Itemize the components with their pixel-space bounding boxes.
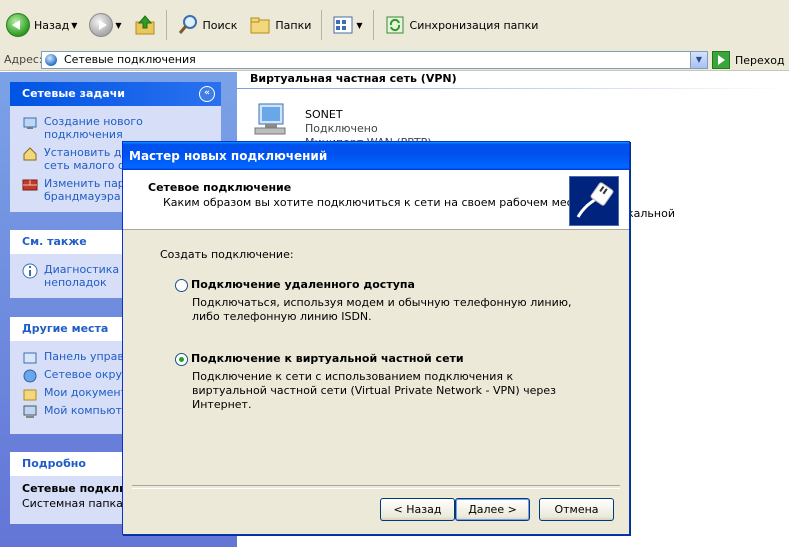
network-tasks-header[interactable]: Сетевые задачи « [10, 82, 221, 106]
wizard-header: Сетевое подключение Каким образом вы хот… [123, 170, 629, 230]
dialup-option-label[interactable]: Подключение удаленного доступа [191, 278, 415, 291]
connection-name[interactable]: SONET [305, 108, 343, 121]
info-icon [22, 263, 38, 279]
folders-icon [250, 17, 270, 34]
address-input[interactable]: Сетевые подключения ▼ [41, 51, 708, 69]
address-value: Сетевые подключения [64, 53, 196, 66]
vpn-radio[interactable] [175, 353, 188, 366]
address-label: Адрес: [4, 53, 43, 66]
vpn-section-title: Виртуальная частная сеть (VPN) [250, 72, 457, 85]
partial-text: кальной [627, 207, 675, 220]
back-dropdown-icon[interactable]: ▼ [71, 21, 77, 30]
back-button[interactable]: Назад ▼ [0, 5, 83, 45]
back-label: Назад [34, 18, 70, 32]
next-button[interactable]: Далее > [455, 498, 530, 521]
computer-icon [23, 405, 37, 418]
task-label: Создание нового подключения [44, 115, 143, 141]
home-network-icon [23, 147, 37, 161]
address-bar: Адрес: Сетевые подключения ▼ Переход [0, 50, 789, 71]
dialup-radio[interactable] [175, 279, 188, 292]
search-label: Поиск [202, 18, 238, 32]
network-connections-icon [45, 54, 57, 66]
toolbar-separator [165, 10, 167, 40]
dialog-title-bar[interactable]: Мастер новых подключений [123, 142, 629, 170]
sync-label: Синхронизация папки [409, 18, 539, 32]
connection-status: Подключено [305, 122, 378, 135]
go-label: Переход [735, 53, 785, 67]
see-also-title: См. также [22, 235, 87, 248]
create-connection-label: Создать подключение: [160, 248, 294, 261]
control-panel-icon [23, 352, 37, 364]
go-button[interactable]: Переход [712, 51, 785, 69]
views-dropdown-icon[interactable]: ▼ [356, 21, 362, 30]
toolbar-row: Назад ▼ ▼ Поиск Папки ▼ Синхронизация па… [0, 4, 544, 46]
sync-button[interactable]: Синхронизация папки [378, 5, 545, 45]
dialup-option-description: Подключаться, используя модем и обычную … [192, 296, 572, 323]
forward-dropdown-icon[interactable]: ▼ [115, 21, 121, 30]
task-new-connection[interactable]: Создание нового подключения [10, 115, 221, 141]
wizard-step-title: Сетевое подключение [148, 181, 292, 194]
folders-label: Папки [275, 18, 312, 32]
vpn-option-description: Подключение к сети с использованием подк… [192, 370, 556, 411]
up-button[interactable] [128, 5, 162, 45]
toolbar-separator [321, 10, 323, 40]
sync-icon [386, 16, 404, 34]
back-wizard-button[interactable]: < Назад [380, 498, 455, 521]
toolbar-separator [372, 10, 374, 40]
vpn-option-label[interactable]: Подключение к виртуальной частной сети [191, 352, 464, 365]
section-divider [237, 88, 789, 89]
go-arrow-icon [712, 51, 730, 69]
views-icon [333, 16, 353, 34]
new-connection-icon [23, 117, 37, 129]
folders-button[interactable]: Папки [243, 5, 317, 45]
firewall-icon [22, 179, 38, 191]
forward-arrow-icon [89, 13, 114, 37]
cancel-button[interactable]: Отмена [539, 498, 614, 521]
address-dropdown-icon[interactable]: ▼ [690, 52, 707, 68]
documents-icon [23, 389, 37, 401]
back-arrow-icon [6, 13, 30, 37]
network-places-icon [23, 369, 37, 383]
wizard-step-subtitle: Каким образом вы хотите подключиться к с… [163, 196, 592, 209]
search-icon [178, 15, 197, 34]
search-button[interactable]: Поиск [171, 5, 244, 45]
details-title: Подробно [22, 457, 86, 470]
network-cable-icon [569, 176, 619, 226]
collapse-icon[interactable]: « [199, 86, 215, 102]
new-connection-wizard: Мастер новых подключений Сетевое подключ… [122, 141, 630, 535]
toolbar: Назад ▼ ▼ Поиск Папки ▼ Синхронизация па… [0, 0, 789, 51]
forward-button[interactable]: ▼ [83, 5, 127, 45]
network-tasks-title: Сетевые задачи [22, 87, 125, 100]
vpn-connection-icon[interactable] [251, 102, 289, 140]
dialog-title: Мастер новых подключений [129, 149, 328, 163]
other-places-title: Другие места [22, 322, 109, 335]
folder-up-icon [135, 15, 155, 35]
dialog-separator [132, 485, 620, 489]
views-button[interactable]: ▼ [326, 5, 368, 45]
